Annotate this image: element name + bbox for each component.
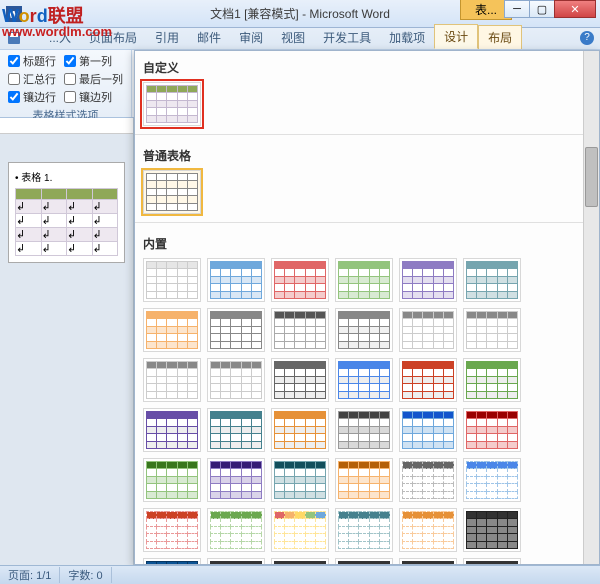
style-builtin-33[interactable] — [335, 508, 393, 552]
style-builtin-41[interactable] — [463, 558, 521, 564]
close-button[interactable]: ✕ — [554, 0, 596, 18]
style-builtin-28[interactable] — [399, 458, 457, 502]
style-builtin-29[interactable] — [463, 458, 521, 502]
tab-view[interactable]: 视图 — [272, 26, 314, 49]
style-builtin-13[interactable] — [207, 358, 265, 402]
tab-page-layout[interactable]: 页面布局 — [80, 26, 146, 49]
chk-banded-row[interactable]: 镶边行 — [8, 89, 56, 105]
style-plain-1[interactable] — [143, 170, 201, 214]
status-page[interactable]: 页面: 1/1 — [0, 567, 60, 583]
style-builtin-39[interactable] — [335, 558, 393, 564]
tab-addins[interactable]: 加载项 — [380, 26, 434, 49]
style-builtin-5[interactable] — [463, 258, 521, 302]
style-builtin-7[interactable] — [207, 308, 265, 352]
tab-developer[interactable]: 开发工具 — [314, 26, 380, 49]
tab-table-design[interactable]: 设计 — [434, 24, 478, 49]
style-builtin-0[interactable] — [143, 258, 201, 302]
table-styles-gallery: 自定义 普通表格 内置 修改表格样式(M)... 清除(C) — [134, 50, 600, 565]
style-builtin-1[interactable] — [207, 258, 265, 302]
svg-text:W: W — [9, 10, 19, 21]
style-builtin-38[interactable] — [271, 558, 329, 564]
style-builtin-20[interactable] — [271, 408, 329, 452]
style-builtin-6[interactable] — [143, 308, 201, 352]
status-bar: 页面: 1/1 字数: 0 — [0, 565, 600, 584]
chk-last-col[interactable]: 最后一列 — [64, 71, 123, 87]
style-builtin-10[interactable] — [399, 308, 457, 352]
tab-insert[interactable]: ...入 — [40, 26, 80, 49]
style-builtin-19[interactable] — [207, 408, 265, 452]
style-builtin-25[interactable] — [207, 458, 265, 502]
window-title: 文档1 [兼容模式] - Microsoft Word — [210, 5, 390, 22]
table-caption: • 表格 1. — [15, 169, 118, 184]
document-table[interactable]: ↲↲↲↲ ↲↲↲↲ ↲↲↲↲ ↲↲↲↲ — [15, 188, 118, 256]
status-words[interactable]: 字数: 0 — [60, 567, 111, 583]
style-builtin-18[interactable] — [143, 408, 201, 452]
style-builtin-31[interactable] — [207, 508, 265, 552]
chk-total-row[interactable]: 汇总行 — [8, 71, 56, 87]
style-builtin-27[interactable] — [335, 458, 393, 502]
tab-table-layout[interactable]: 布局 — [478, 25, 522, 49]
style-builtin-15[interactable] — [335, 358, 393, 402]
style-builtin-40[interactable] — [399, 558, 457, 564]
table-style-options-group: 标题行 第一列 汇总行 最后一列 镶边行 镶边列 表格样式选项 — [0, 50, 132, 117]
title-bar: W 文档1 [兼容模式] - Microsoft Word 表... ─ ▢ ✕ — [0, 0, 600, 28]
tab-mailings[interactable]: 邮件 — [188, 26, 230, 49]
style-builtin-32[interactable] — [271, 508, 329, 552]
gallery-scrollbar[interactable] — [583, 51, 599, 564]
style-builtin-17[interactable] — [463, 358, 521, 402]
save-icon[interactable] — [6, 30, 22, 46]
style-builtin-26[interactable] — [271, 458, 329, 502]
style-builtin-30[interactable] — [143, 508, 201, 552]
style-builtin-21[interactable] — [335, 408, 393, 452]
style-builtin-37[interactable] — [207, 558, 265, 564]
style-builtin-34[interactable] — [399, 508, 457, 552]
gallery-section-builtin: 内置 — [143, 235, 575, 252]
style-builtin-12[interactable] — [143, 358, 201, 402]
chk-header-row[interactable]: 标题行 — [8, 53, 56, 69]
maximize-button[interactable]: ▢ — [529, 0, 555, 18]
style-builtin-23[interactable] — [463, 408, 521, 452]
style-builtin-11[interactable] — [463, 308, 521, 352]
chk-first-col[interactable]: 第一列 — [64, 53, 123, 69]
style-builtin-14[interactable] — [271, 358, 329, 402]
style-builtin-9[interactable] — [335, 308, 393, 352]
style-builtin-22[interactable] — [399, 408, 457, 452]
tab-references[interactable]: 引用 — [146, 26, 188, 49]
chk-banded-col[interactable]: 镶边列 — [64, 89, 123, 105]
style-builtin-35[interactable] — [463, 508, 521, 552]
style-builtin-4[interactable] — [399, 258, 457, 302]
style-builtin-24[interactable] — [143, 458, 201, 502]
style-builtin-16[interactable] — [399, 358, 457, 402]
gallery-section-custom: 自定义 — [143, 59, 575, 76]
document-area: • 表格 1. ↲↲↲↲ ↲↲↲↲ ↲↲↲↲ ↲↲↲↲ — [0, 118, 134, 565]
ribbon-tabs: ...入 页面布局 引用 邮件 审阅 视图 开发工具 加载项 设计 布局 ? — [0, 28, 600, 50]
minimize-button[interactable]: ─ — [504, 0, 530, 18]
style-builtin-8[interactable] — [271, 308, 329, 352]
style-builtin-3[interactable] — [335, 258, 393, 302]
help-icon[interactable]: ? — [580, 31, 594, 45]
style-builtin-2[interactable] — [271, 258, 329, 302]
tab-review[interactable]: 审阅 — [230, 26, 272, 49]
style-builtin-36[interactable] — [143, 558, 201, 564]
ruler — [0, 118, 133, 134]
document-page[interactable]: • 表格 1. ↲↲↲↲ ↲↲↲↲ ↲↲↲↲ ↲↲↲↲ — [8, 162, 125, 263]
word-app-icon: W — [6, 6, 22, 22]
gallery-section-plain: 普通表格 — [143, 147, 575, 164]
style-custom-1[interactable] — [143, 82, 201, 126]
